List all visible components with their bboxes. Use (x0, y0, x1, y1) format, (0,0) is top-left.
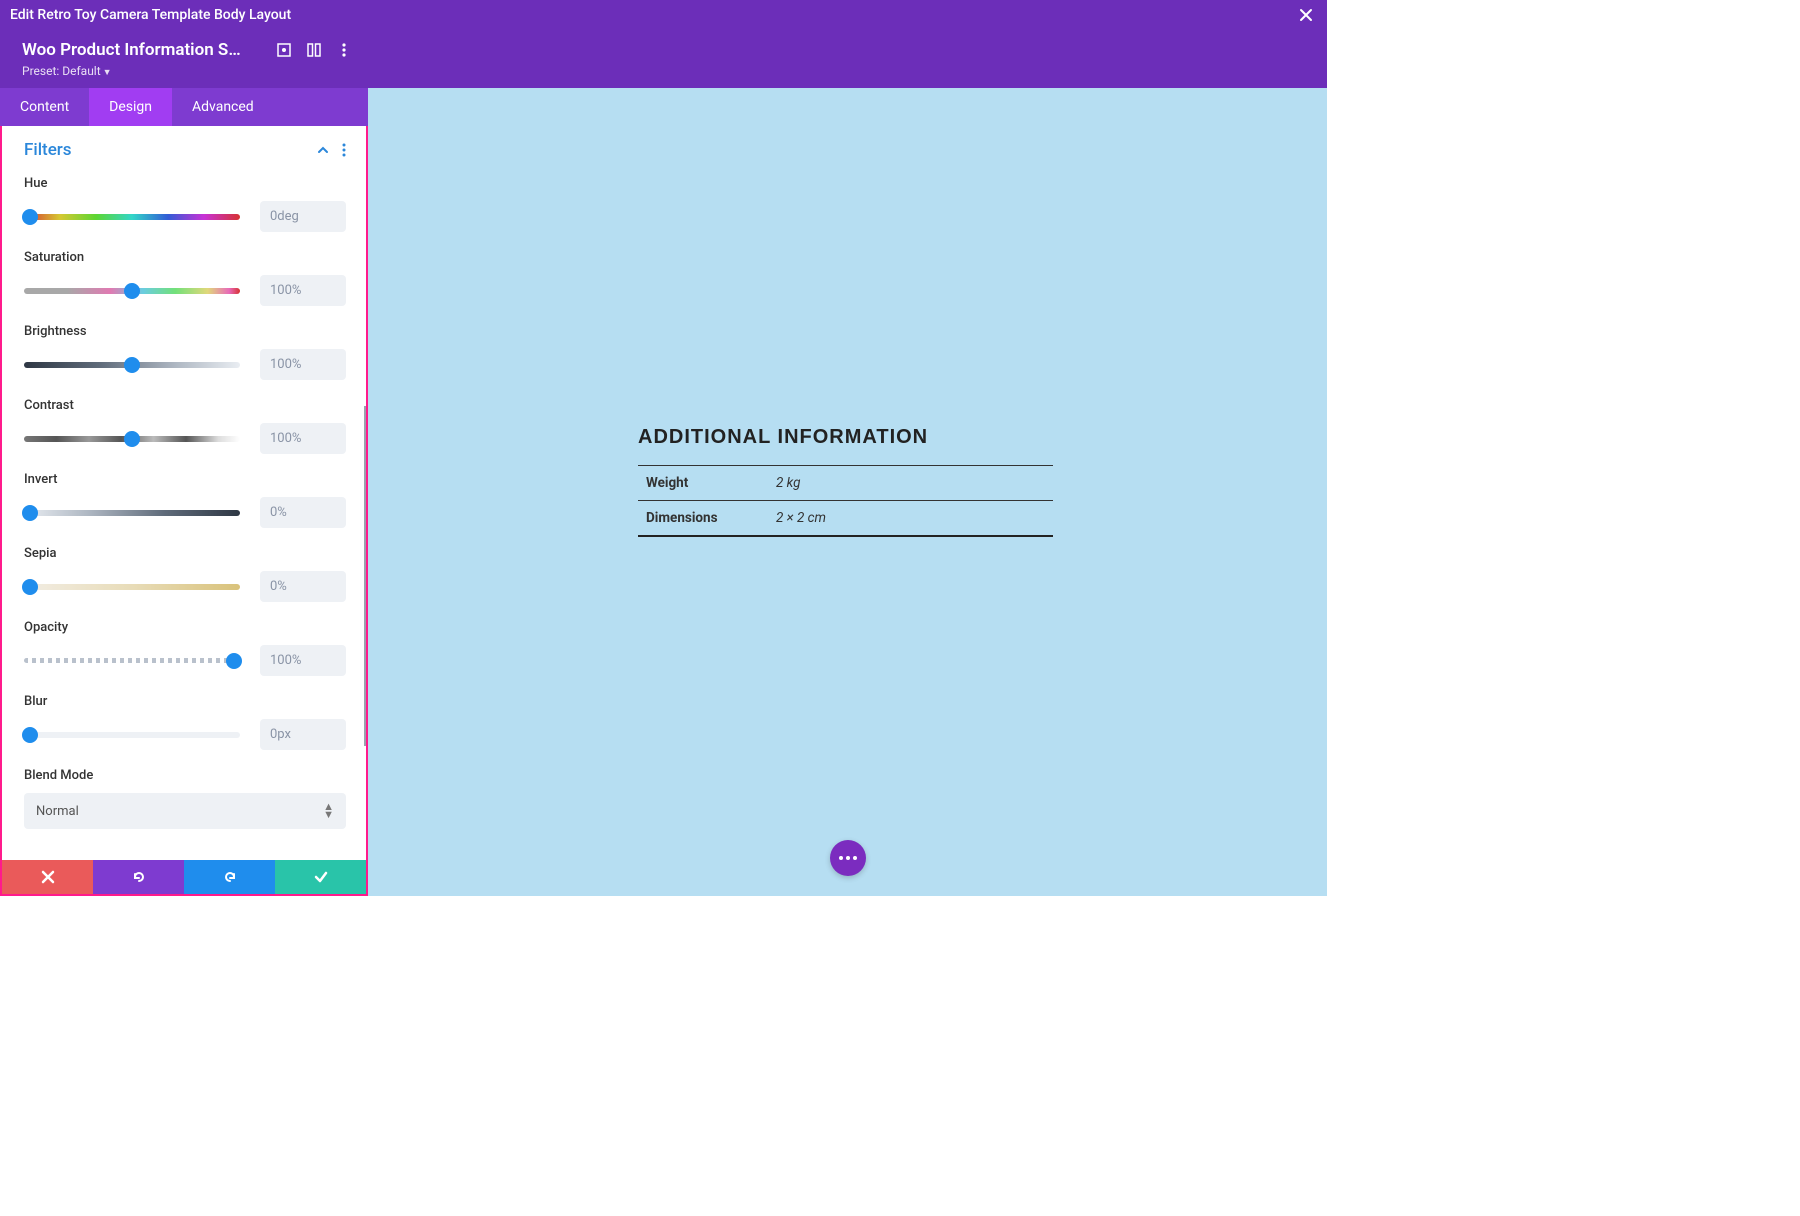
blend-mode-select[interactable]: Normal ▲▼ (24, 793, 346, 829)
hue-label: Hue (24, 176, 346, 191)
footer-actions (2, 860, 366, 894)
opacity-control: Opacity 100% (24, 620, 346, 676)
attr-value: 2 × 2 cm (768, 501, 1053, 537)
drag-handle-icon[interactable] (304, 40, 324, 60)
panel-more-icon[interactable] (342, 143, 346, 157)
expand-icon[interactable] (274, 40, 294, 60)
hue-slider[interactable] (24, 214, 240, 220)
brightness-control: Brightness 100% (24, 324, 346, 380)
table-row: Dimensions 2 × 2 cm (638, 501, 1053, 537)
more-options-icon[interactable] (334, 40, 354, 60)
undo-button[interactable] (93, 860, 184, 894)
invert-label: Invert (24, 472, 346, 487)
redo-button[interactable] (184, 860, 275, 894)
collapse-icon[interactable] (316, 143, 330, 157)
saturation-value-input[interactable]: 100% (260, 275, 346, 306)
tab-content[interactable]: Content (0, 88, 89, 126)
blend-mode-label: Blend Mode (24, 768, 346, 783)
brightness-value-input[interactable]: 100% (260, 349, 346, 380)
sepia-label: Sepia (24, 546, 346, 561)
tab-design[interactable]: Design (89, 88, 172, 126)
blend-mode-value: Normal (36, 804, 79, 819)
fab-more-button[interactable] (830, 840, 866, 876)
blur-slider[interactable] (24, 732, 240, 738)
contrast-slider[interactable] (24, 436, 240, 442)
cancel-button[interactable] (2, 860, 93, 894)
opacity-label: Opacity (24, 620, 346, 635)
attr-label: Weight (638, 466, 768, 501)
attr-label: Dimensions (638, 501, 768, 537)
settings-sidebar: Filters Hue 0deg (0, 126, 368, 896)
table-row: Weight 2 kg (638, 466, 1053, 501)
additional-info-heading: ADDITIONAL INFORMATION (638, 426, 1053, 449)
module-title: Woo Product Information S… (22, 40, 264, 60)
opacity-value-input[interactable]: 100% (260, 645, 346, 676)
sepia-slider[interactable] (24, 584, 240, 590)
blur-value-input[interactable]: 0px (260, 719, 346, 750)
contrast-label: Contrast (24, 398, 346, 413)
tabs: Content Design Advanced (0, 88, 368, 126)
sepia-value-input[interactable]: 0% (260, 571, 346, 602)
attr-value: 2 kg (768, 466, 1053, 501)
brightness-label: Brightness (24, 324, 346, 339)
hue-value-input[interactable]: 0deg (260, 201, 346, 232)
updown-icon: ▲▼ (323, 803, 334, 819)
product-info-block: ADDITIONAL INFORMATION Weight 2 kg Dimen… (638, 426, 1053, 537)
close-icon[interactable] (1295, 8, 1317, 22)
window-title: Edit Retro Toy Camera Template Body Layo… (10, 7, 1295, 23)
opacity-slider[interactable] (24, 658, 240, 663)
invert-value-input[interactable]: 0% (260, 497, 346, 528)
chevron-down-icon: ▼ (103, 68, 112, 78)
invert-control: Invert 0% (24, 472, 346, 528)
tab-advanced[interactable]: Advanced (172, 88, 274, 126)
contrast-control: Contrast 100% (24, 398, 346, 454)
save-button[interactable] (275, 860, 366, 894)
sepia-control: Sepia 0% (24, 546, 346, 602)
product-attributes-table: Weight 2 kg Dimensions 2 × 2 cm (638, 465, 1053, 537)
invert-slider[interactable] (24, 510, 240, 516)
preset-selector[interactable]: Preset: Default▼ (22, 64, 354, 78)
window-titlebar: Edit Retro Toy Camera Template Body Layo… (0, 0, 1327, 30)
preset-label: Preset: Default (22, 64, 101, 78)
saturation-label: Saturation (24, 250, 346, 265)
blend-mode-control: Blend Mode Normal ▲▼ (24, 768, 346, 829)
hue-control: Hue 0deg (24, 176, 346, 232)
ellipsis-icon (839, 856, 857, 860)
contrast-value-input[interactable]: 100% (260, 423, 346, 454)
brightness-slider[interactable] (24, 362, 240, 368)
saturation-control: Saturation 100% (24, 250, 346, 306)
saturation-slider[interactable] (24, 288, 240, 294)
module-header: Woo Product Information S… Preset: Defau… (0, 30, 368, 88)
panel-title[interactable]: Filters (24, 140, 304, 160)
blur-label: Blur (24, 694, 346, 709)
blur-control: Blur 0px (24, 694, 346, 750)
scrollbar[interactable] (364, 406, 366, 746)
preview-canvas: ADDITIONAL INFORMATION Weight 2 kg Dimen… (368, 126, 1327, 896)
